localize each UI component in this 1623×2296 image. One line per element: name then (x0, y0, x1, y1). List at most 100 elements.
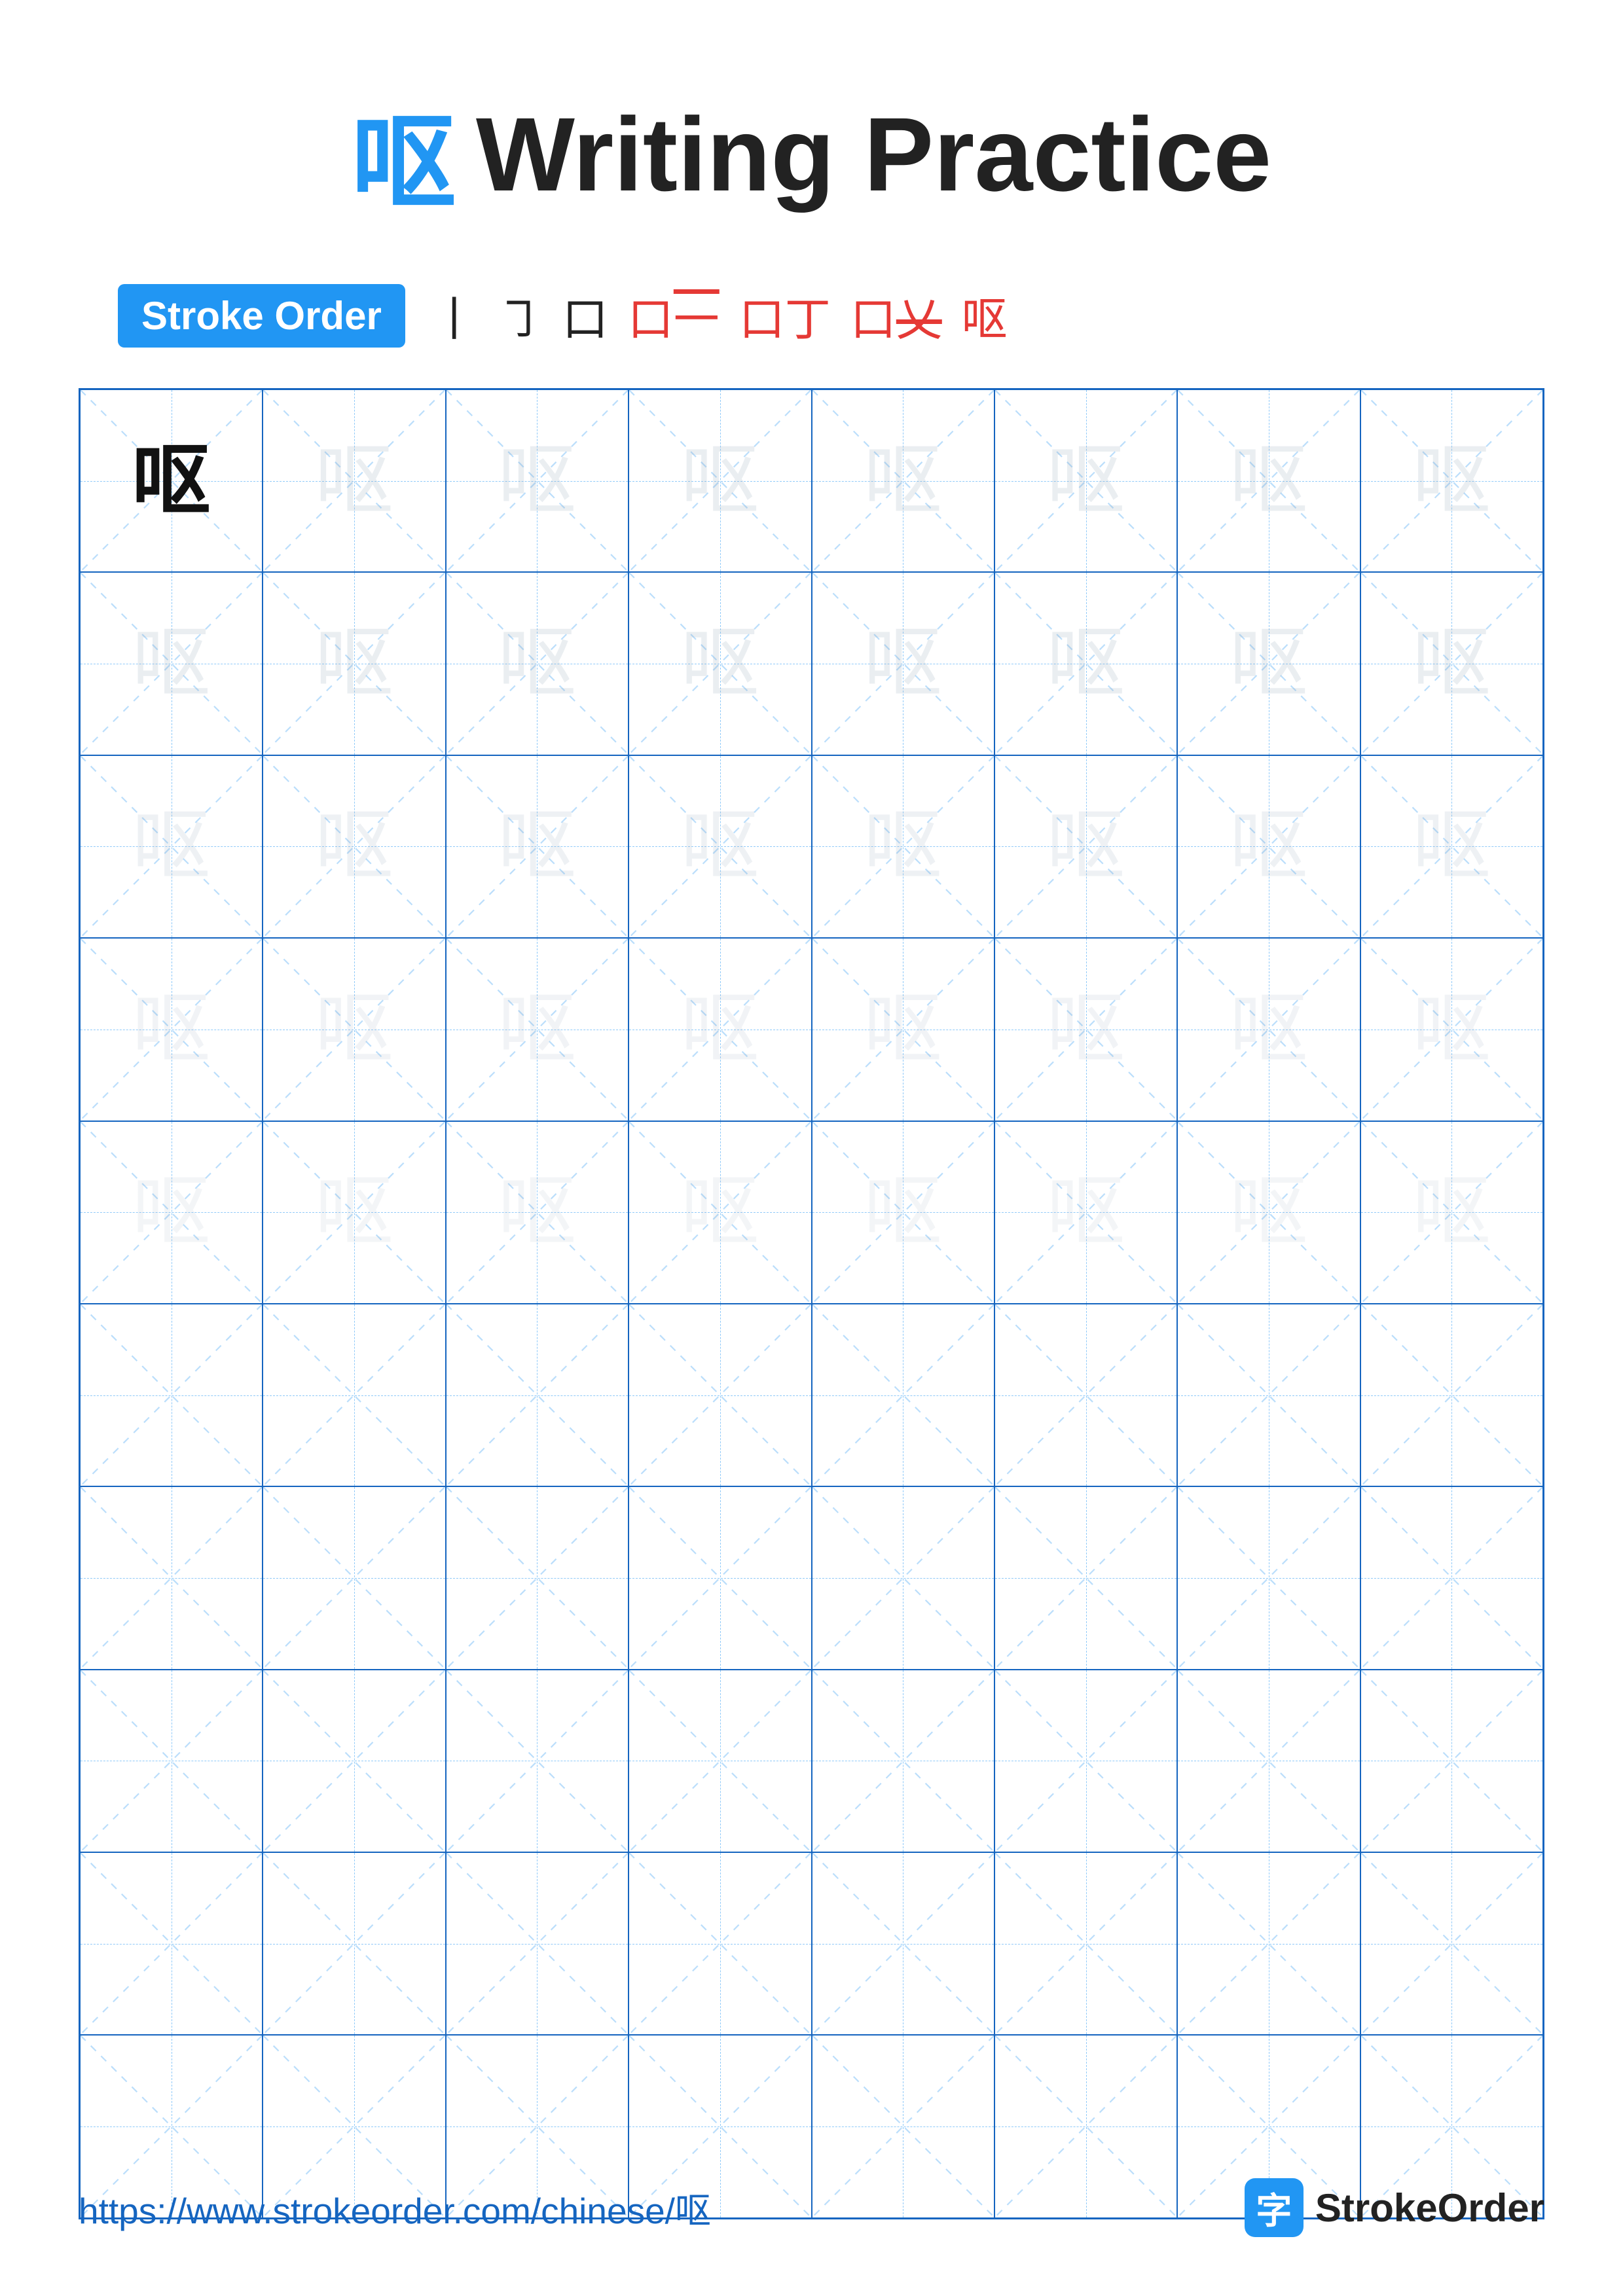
grid-cell[interactable] (263, 1670, 445, 1852)
grid-cell[interactable]: 呕 (812, 1121, 994, 1304)
grid-cell[interactable]: 呕 (80, 938, 263, 1121)
grid-cell[interactable] (263, 1486, 445, 1669)
grid-cell[interactable]: 呕 (994, 938, 1177, 1121)
brand-name: StrokeOrder (1315, 2185, 1544, 2231)
grid-cell[interactable] (1177, 1486, 1360, 1669)
grid-cell[interactable] (812, 1670, 994, 1852)
grid-cell[interactable]: 呕 (446, 572, 629, 755)
grid-cell[interactable] (263, 1304, 445, 1486)
grid-cell[interactable]: 呕 (263, 755, 445, 938)
grid-cell[interactable]: 呕 (994, 572, 1177, 755)
grid-cell[interactable]: 呕 (263, 938, 445, 1121)
grid-cell[interactable] (812, 1304, 994, 1486)
grid-cell[interactable]: 呕 (812, 389, 994, 572)
writing-grid: 呕 呕 呕 呕 呕 呕 呕 呕 (79, 388, 1544, 2219)
grid-cell[interactable] (80, 1486, 263, 1669)
grid-cell[interactable]: 呕 (1360, 755, 1543, 938)
grid-cell[interactable]: 呕 (1177, 572, 1360, 755)
grid-cell[interactable]: 呕 (629, 572, 811, 755)
grid-cell[interactable]: 呕 (263, 572, 445, 755)
grid-row (80, 1304, 1543, 1486)
stroke-step-5: 口丁 (739, 283, 831, 349)
grid-cell[interactable]: 呕 (1360, 572, 1543, 755)
grid-cell[interactable] (80, 1670, 263, 1852)
grid-cell[interactable]: 呕 (80, 572, 263, 755)
grid-cell[interactable]: 呕 (1177, 389, 1360, 572)
grid-cell[interactable] (1360, 1486, 1543, 1669)
grid-cell[interactable] (446, 1304, 629, 1486)
stroke-step-6: 口乂 (850, 283, 942, 349)
grid-cell[interactable]: 呕 (446, 938, 629, 1121)
grid-cell[interactable]: 呕 (263, 389, 445, 572)
grid-row (80, 1852, 1543, 2035)
footer: https://www.strokeorder.com/chinese/呕 字 … (79, 2178, 1544, 2237)
grid-row: 呕 呕 呕 呕 呕 呕 呕 呕 (80, 938, 1543, 1121)
footer-url[interactable]: https://www.strokeorder.com/chinese/呕 (79, 2181, 711, 2234)
grid-cell[interactable] (446, 1852, 629, 2035)
grid-cell[interactable]: 呕 (1360, 389, 1543, 572)
stroke-order-row: Stroke Order 丨 ㇆ 口 口一 口丁 口乂 呕 (79, 283, 1544, 349)
grid-cell[interactable] (994, 1852, 1177, 2035)
grid-cell[interactable] (629, 1852, 811, 2035)
grid-cell[interactable] (1177, 1670, 1360, 1852)
grid-cell[interactable]: 呕 (812, 938, 994, 1121)
grid-cell[interactable] (263, 1852, 445, 2035)
grid-cell[interactable] (446, 1670, 629, 1852)
grid-cell[interactable] (1360, 1304, 1543, 1486)
grid-cell[interactable] (80, 1852, 263, 2035)
grid-cell[interactable] (1177, 1852, 1360, 2035)
grid-cell[interactable]: 呕 (994, 389, 1177, 572)
grid-cell[interactable]: 呕 (80, 755, 263, 938)
grid-row: 呕 呕 呕 呕 呕 呕 呕 呕 (80, 755, 1543, 938)
grid-cell[interactable] (629, 1670, 811, 1852)
grid-cell[interactable]: 呕 (263, 1121, 445, 1304)
grid-cell[interactable]: 呕 (1360, 1121, 1543, 1304)
grid-cell[interactable]: 呕 (1177, 938, 1360, 1121)
grid-cell[interactable]: 呕 (812, 572, 994, 755)
grid-cell[interactable] (446, 1486, 629, 1669)
grid-cell[interactable] (994, 1486, 1177, 1669)
stroke-step-7: 呕 (962, 283, 1008, 349)
grid-cell[interactable]: 呕 (629, 938, 811, 1121)
grid-cell[interactable]: 呕 (446, 755, 629, 938)
title-english: Writing Practice (476, 94, 1271, 215)
grid-row: 呕 呕 呕 呕 呕 呕 呕 呕 (80, 1121, 1543, 1304)
grid-cell[interactable]: 呕 (1177, 755, 1360, 938)
stroke-step-1: 丨 (431, 283, 477, 349)
footer-brand: 字 StrokeOrder (1245, 2178, 1544, 2237)
stroke-order-badge: Stroke Order (118, 284, 405, 348)
grid-cell[interactable]: 呕 (629, 755, 811, 938)
grid-cell[interactable] (629, 1486, 811, 1669)
stroke-step-4: 口一 (628, 283, 720, 349)
title-chinese: 呕 (352, 79, 456, 230)
grid-row: 呕 呕 呕 呕 呕 呕 呕 呕 (80, 389, 1543, 572)
stroke-step-2: ㇆ (497, 283, 543, 349)
grid-cell[interactable]: 呕 (1360, 938, 1543, 1121)
grid-cell[interactable] (1360, 1670, 1543, 1852)
grid-cell[interactable] (1360, 1852, 1543, 2035)
grid-cell[interactable]: 呕 (629, 1121, 811, 1304)
grid-cell[interactable] (994, 1304, 1177, 1486)
grid-cell[interactable]: 呕 (629, 389, 811, 572)
grid-cell[interactable]: 呕 (994, 755, 1177, 938)
grid-cell[interactable] (1177, 1304, 1360, 1486)
grid-row: 呕 呕 呕 呕 呕 呕 呕 呕 (80, 572, 1543, 755)
grid-cell[interactable] (994, 1670, 1177, 1852)
grid-cell[interactable] (812, 1486, 994, 1669)
grid-cell[interactable] (80, 1304, 263, 1486)
grid-cell[interactable]: 呕 (80, 389, 263, 572)
grid-row (80, 1670, 1543, 1852)
grid-cell[interactable]: 呕 (812, 755, 994, 938)
grid-cell[interactable]: 呕 (1177, 1121, 1360, 1304)
stroke-steps: 丨 ㇆ 口 口一 口丁 口乂 呕 (431, 283, 1008, 349)
stroke-step-3: 口 (562, 283, 608, 349)
grid-cell[interactable]: 呕 (446, 1121, 629, 1304)
grid-cell[interactable] (629, 1304, 811, 1486)
grid-cell[interactable]: 呕 (446, 389, 629, 572)
grid-row (80, 1486, 1543, 1669)
grid-cell[interactable] (812, 1852, 994, 2035)
brand-icon: 字 (1245, 2178, 1304, 2237)
grid-cell[interactable]: 呕 (994, 1121, 1177, 1304)
grid-cell[interactable]: 呕 (80, 1121, 263, 1304)
page: 呕 Writing Practice Stroke Order 丨 ㇆ 口 口一… (0, 0, 1623, 2296)
